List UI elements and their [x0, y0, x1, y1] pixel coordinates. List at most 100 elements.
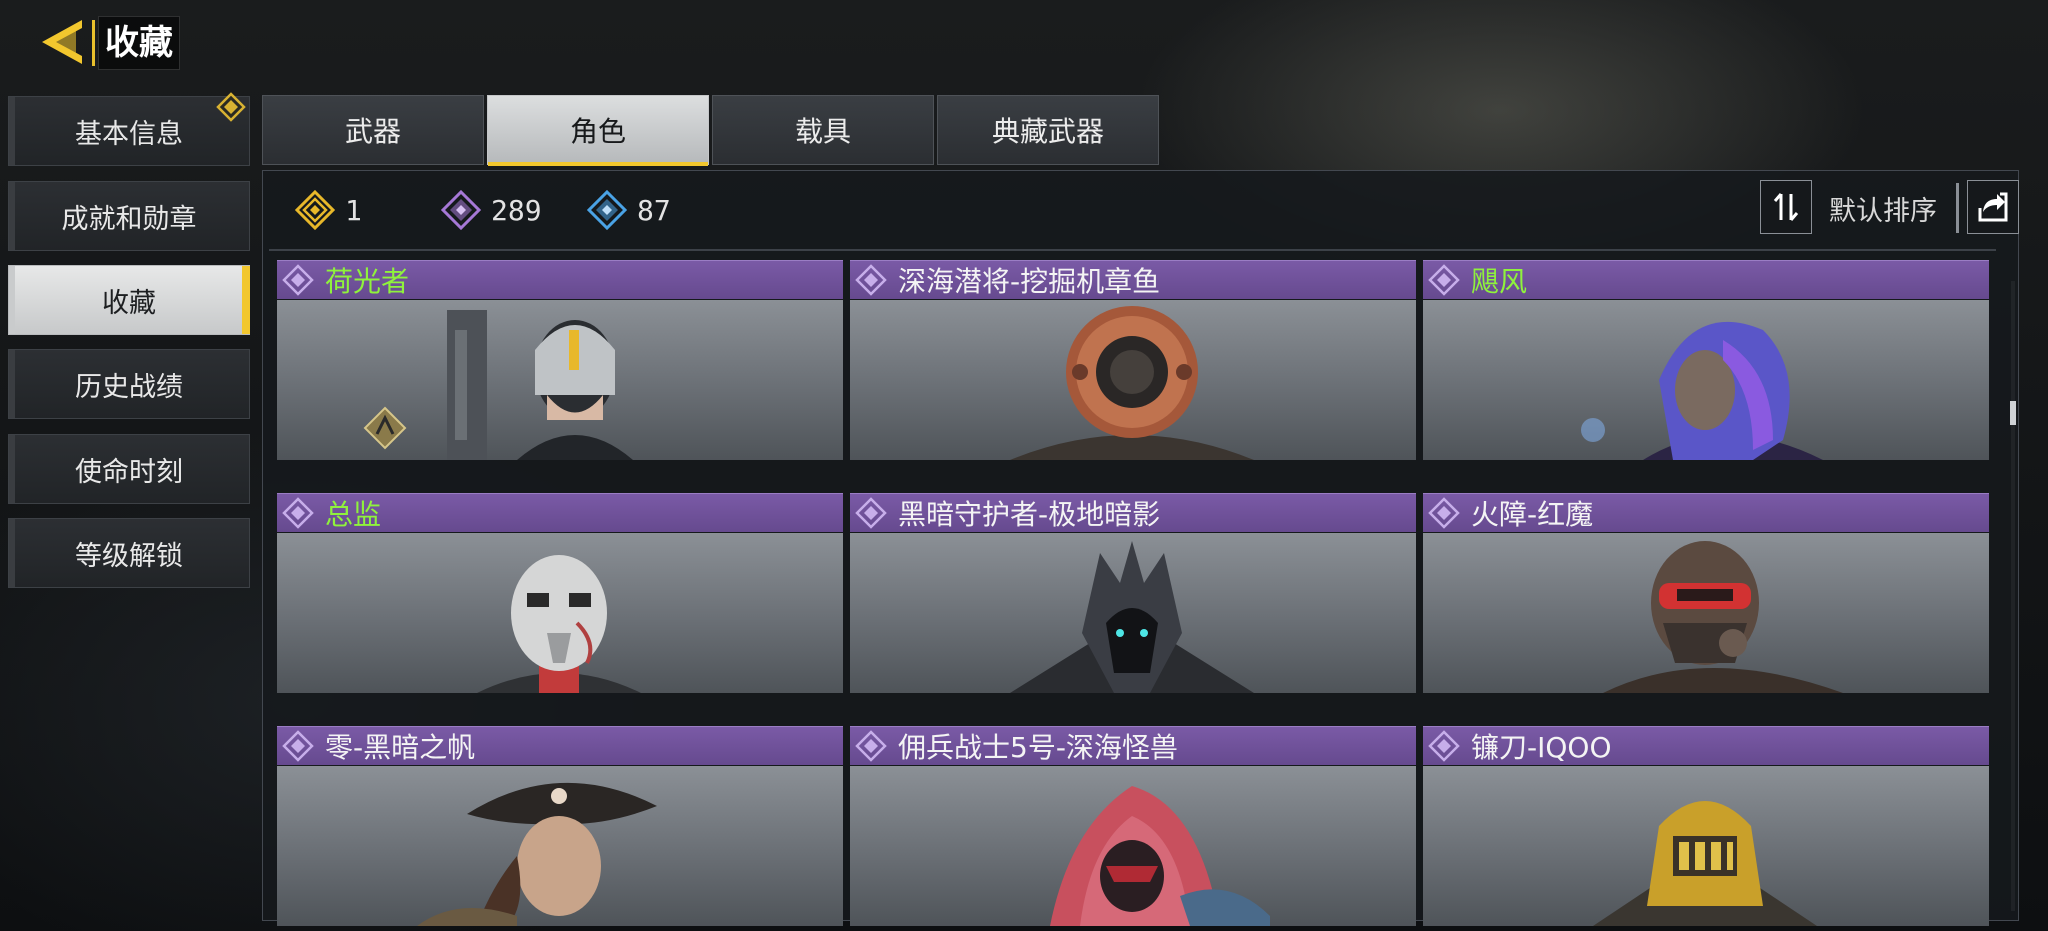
character-card[interactable]: 佣兵战士5号-深海怪兽	[850, 726, 1416, 926]
rare-diamond-icon	[587, 190, 627, 230]
sidebar-item-label: 成就和勋章	[61, 203, 197, 235]
legendary-count: 1	[295, 189, 362, 231]
epic-diamond-icon	[282, 497, 314, 529]
character-card[interactable]: 火障-红魔	[1423, 493, 1989, 693]
rare-count: 87	[587, 189, 671, 231]
sidebar-item-label: 使命时刻	[75, 456, 183, 488]
card-header: 总监	[277, 493, 843, 532]
character-silhouette	[1581, 321, 1823, 460]
stats-divider	[269, 249, 1996, 251]
sidebar-item-mission-moments[interactable]: 使命时刻	[8, 434, 250, 504]
character-portrait	[1423, 300, 1989, 460]
tab-weapons[interactable]: 武器	[262, 95, 484, 165]
collection-screen: 收藏 基本信息 成就和勋章 收藏 历史战绩 使命时刻 等级解锁 武器 角色 载具…	[0, 0, 2048, 931]
scrollbar-thumb[interactable]	[2010, 401, 2016, 425]
card-header: 飓风	[1423, 260, 1989, 299]
card-name: 镰刀-IQOO	[1471, 731, 1612, 764]
character-silhouette	[477, 555, 641, 693]
card-name: 飓风	[1471, 265, 1528, 298]
page-title: 收藏	[98, 16, 180, 70]
rarity-stats-bar: 1 289 87 默认排序	[263, 171, 2019, 247]
sidebar-item-achievements[interactable]: 成就和勋章	[8, 181, 250, 251]
header-divider	[92, 20, 95, 66]
epic-count-value: 289	[491, 193, 542, 227]
sort-arrows-icon	[1773, 193, 1799, 221]
character-silhouette	[1050, 786, 1270, 926]
card-name: 深海潜将-挖掘机章鱼	[898, 265, 1161, 298]
back-arrow-icon	[42, 20, 82, 64]
epic-diamond-icon	[1428, 497, 1460, 529]
character-portrait	[850, 533, 1416, 693]
sort-divider	[1956, 183, 1959, 233]
character-card[interactable]: 深海潜将-挖掘机章鱼	[850, 260, 1416, 460]
card-header: 深海潜将-挖掘机章鱼	[850, 260, 1416, 299]
sidebar-item-label: 等级解锁	[75, 540, 183, 572]
character-portrait	[850, 300, 1416, 460]
character-portrait	[1423, 533, 1989, 693]
character-silhouette	[1010, 306, 1254, 460]
epic-diamond-icon	[1428, 264, 1460, 296]
character-silhouette	[1010, 541, 1254, 693]
card-header: 镰刀-IQOO	[1423, 726, 1989, 765]
sidebar-item-collection[interactable]: 收藏	[8, 265, 250, 335]
character-silhouette	[447, 310, 633, 460]
character-silhouette	[417, 782, 657, 926]
card-name: 荷光者	[325, 265, 410, 298]
tab-characters[interactable]: 角色	[487, 95, 709, 166]
card-name: 总监	[325, 498, 382, 531]
tab-label: 载具	[794, 115, 851, 148]
card-header: 火障-红魔	[1423, 493, 1989, 532]
character-card[interactable]: 飓风	[1423, 260, 1989, 460]
epic-diamond-icon	[1428, 730, 1460, 762]
card-header: 零-黑暗之帆	[277, 726, 843, 765]
epic-count: 289	[441, 189, 542, 231]
share-icon	[1978, 192, 2008, 222]
epic-diamond-icon	[282, 264, 314, 296]
card-header: 佣兵战士5号-深海怪兽	[850, 726, 1416, 765]
tab-vehicles[interactable]: 载具	[712, 95, 934, 165]
sidebar-item-label: 基本信息	[75, 118, 183, 150]
sidebar-item-basic-info[interactable]: 基本信息	[8, 92, 250, 166]
card-name: 佣兵战士5号-深海怪兽	[898, 731, 1178, 764]
diamond-icon	[216, 92, 246, 122]
tab-label: 角色	[569, 115, 626, 148]
sort-label[interactable]: 默认排序	[1829, 189, 1937, 228]
emblem-icon	[363, 406, 407, 450]
legendary-diamond-icon	[295, 190, 335, 230]
character-card[interactable]: 黑暗守护者-极地暗影	[850, 493, 1416, 693]
card-header: 荷光者	[277, 260, 843, 299]
sidebar-item-label: 收藏	[102, 287, 156, 319]
card-name: 黑暗守护者-极地暗影	[898, 498, 1161, 531]
character-card[interactable]: 总监	[277, 493, 843, 693]
epic-diamond-icon	[855, 264, 887, 296]
sidebar-item-level-unlock[interactable]: 等级解锁	[8, 518, 250, 588]
card-header: 黑暗守护者-极地暗影	[850, 493, 1416, 532]
tab-label: 典藏武器	[991, 115, 1104, 148]
legendary-count-value: 1	[345, 193, 362, 227]
character-card[interactable]: 零-黑暗之帆	[277, 726, 843, 926]
epic-diamond-icon	[441, 190, 481, 230]
character-portrait	[1423, 766, 1989, 926]
sidebar-item-label: 历史战绩	[75, 371, 183, 403]
epic-diamond-icon	[855, 497, 887, 529]
character-portrait	[277, 300, 843, 460]
epic-diamond-icon	[282, 730, 314, 762]
character-silhouette	[1593, 801, 1817, 926]
rare-count-value: 87	[637, 193, 671, 227]
epic-diamond-icon	[855, 730, 887, 762]
character-portrait	[277, 533, 843, 693]
tab-collector-weapons[interactable]: 典藏武器	[937, 95, 1159, 165]
card-name: 零-黑暗之帆	[325, 731, 476, 764]
share-button[interactable]	[1967, 180, 2019, 234]
character-silhouette	[1603, 541, 1843, 693]
collection-panel: 1 289 87 默认排序 荷光者 深海潜将-挖掘机章鱼 飓风 总监 黑暗守护者…	[262, 170, 2019, 926]
back-button[interactable]	[36, 14, 88, 70]
character-portrait	[850, 766, 1416, 926]
tab-label: 武器	[344, 115, 401, 148]
scrollbar-track	[2011, 281, 2015, 911]
character-card[interactable]: 荷光者	[277, 260, 843, 460]
character-portrait	[277, 766, 843, 926]
sidebar-item-history[interactable]: 历史战绩	[8, 349, 250, 419]
character-card[interactable]: 镰刀-IQOO	[1423, 726, 1989, 926]
sort-order-toggle[interactable]	[1760, 180, 1812, 234]
